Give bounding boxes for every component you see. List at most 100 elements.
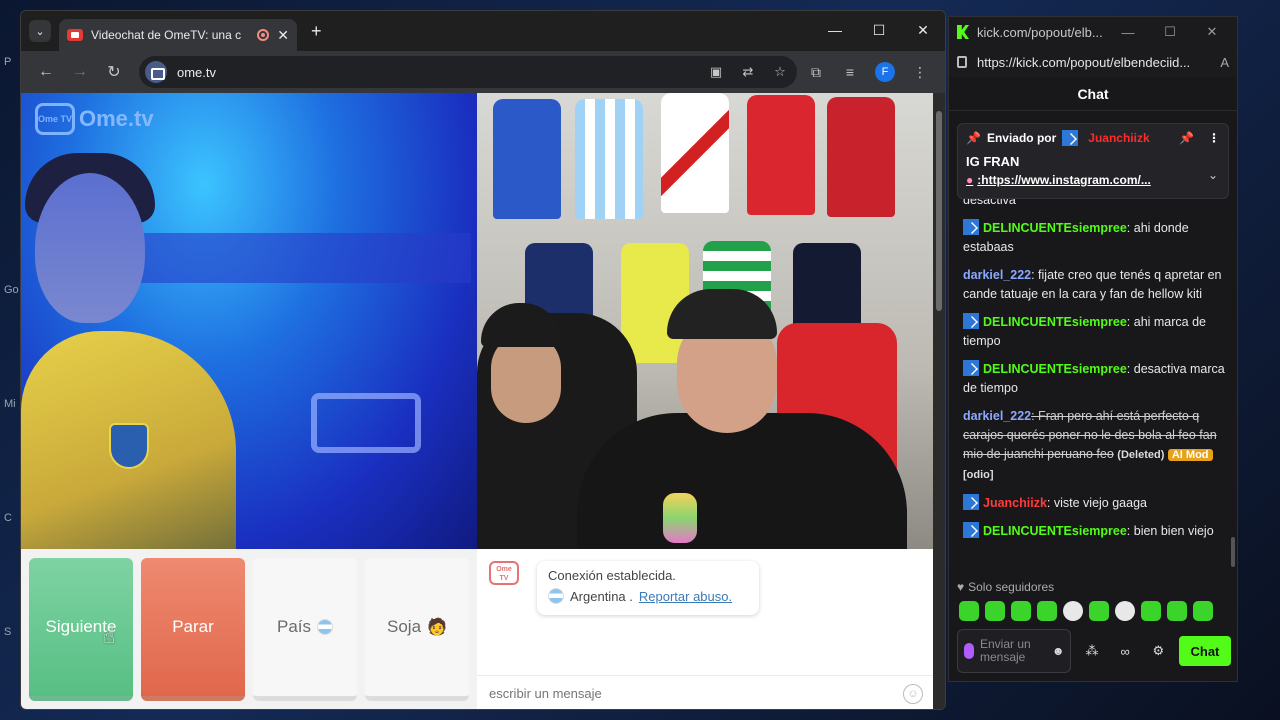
emote-icon[interactable] xyxy=(1115,601,1135,621)
jersey-on-wall xyxy=(827,97,895,217)
reload-button[interactable]: ↻ xyxy=(99,57,129,87)
extensions-icon[interactable]: ⧉ xyxy=(801,64,831,81)
profile-avatar[interactable]: F xyxy=(875,62,895,82)
kick-window-titlebar: kick.com/popout/elb... — ☐ ✕ xyxy=(949,17,1237,47)
partner-video xyxy=(477,93,935,549)
emote-icon[interactable] xyxy=(959,601,979,621)
desktop-text-fragment: Mi xyxy=(4,398,16,410)
user-badge-icon xyxy=(1062,130,1079,146)
emoji-picker-icon[interactable]: ☺ xyxy=(903,683,923,704)
kick-points-icon[interactable]: ⁂ xyxy=(1079,643,1104,659)
bookmark-star-icon[interactable]: ☆ xyxy=(769,64,791,80)
chat-input-placeholder: Enviar un mensaje xyxy=(980,637,1031,664)
chat-username[interactable]: DELINCUENTEsiempree xyxy=(983,221,1127,235)
background-bunk xyxy=(131,233,471,283)
tab-ometv[interactable]: Videochat de OmeTV: una c ✕ xyxy=(59,19,297,51)
chat-username[interactable]: Juanchiizk xyxy=(983,496,1047,510)
jersey-on-wall xyxy=(661,93,729,213)
argentina-flag-icon xyxy=(548,588,564,604)
pinned-title: IG FRAN xyxy=(966,154,1020,169)
forward-button[interactable]: → xyxy=(65,57,95,87)
chat-scrollbar[interactable] xyxy=(1231,537,1235,567)
chat-message: DELINCUENTEsiempree: ahi donde estabaas xyxy=(963,219,1225,257)
pinned-sender[interactable]: Juanchiizk xyxy=(1088,131,1149,145)
chat-username[interactable]: DELINCUENTEsiempree xyxy=(983,362,1127,376)
user-badge-icon xyxy=(963,494,979,510)
chat-input[interactable]: Enviar un mensaje ☻ xyxy=(957,629,1072,673)
emote-icon[interactable] xyxy=(1167,601,1187,621)
followers-only-notice: ♥ Solo seguidores xyxy=(957,580,1054,594)
minimize-button[interactable]: — xyxy=(813,11,857,49)
chat-username[interactable]: darkiel_222 xyxy=(963,409,1031,423)
settings-gear-icon[interactable]: ⚙ xyxy=(1146,643,1171,659)
maximize-button[interactable]: ☐ xyxy=(1153,24,1187,40)
emote-icon[interactable] xyxy=(1193,601,1213,621)
chat-username[interactable]: DELINCUENTEsiempree xyxy=(983,315,1127,329)
user-badge-icon xyxy=(963,360,979,376)
background-bed-rail xyxy=(311,393,421,453)
chat-controls: Siguiente ☝ Parar País Soja 🧑 xyxy=(29,558,469,701)
message-text: : viste viejo gaaga xyxy=(1046,496,1147,510)
pinned-sent-by-label: Enviado por xyxy=(986,131,1057,145)
media-control-icon[interactable]: ≡ xyxy=(835,64,865,80)
close-window-button[interactable]: ✕ xyxy=(901,11,945,49)
emote-icon[interactable] xyxy=(1063,601,1083,621)
minimize-button[interactable]: — xyxy=(1111,25,1145,40)
send-chat-button[interactable]: Chat xyxy=(1178,636,1232,666)
country-button[interactable]: País xyxy=(253,558,357,701)
scrollbar-thumb[interactable] xyxy=(936,111,942,311)
jersey-on-wall xyxy=(493,99,561,219)
emote-icon[interactable] xyxy=(985,601,1005,621)
chat-message: DELINCUENTEsiempree: ahi marca de tiempo xyxy=(963,313,1225,351)
heart-emote-icon: ● xyxy=(966,173,974,187)
chat-username[interactable]: darkiel_222 xyxy=(963,268,1031,282)
page-scrollbar[interactable] xyxy=(933,93,945,709)
kick-address-bar[interactable]: https://kick.com/popout/elbendeciid... A xyxy=(949,47,1237,77)
cast-icon[interactable]: ▣ xyxy=(705,64,727,80)
translate-icon[interactable]: ⇄ xyxy=(737,64,759,80)
pinned-menu-icon[interactable]: ⋮ xyxy=(1208,131,1220,145)
gender-button-label: Soja xyxy=(387,617,422,636)
emote-icon[interactable] xyxy=(1141,601,1161,621)
chat-input-row: Enviar un mensaje ☻ ⁂ ∞ ⚙ Chat xyxy=(957,629,1232,673)
maximize-button[interactable]: ☐ xyxy=(857,11,901,49)
kick-chat-window: kick.com/popout/elb... — ☐ ✕ https://kic… xyxy=(948,16,1238,682)
kick-logo-icon xyxy=(957,25,969,39)
close-window-button[interactable]: ✕ xyxy=(1195,24,1229,40)
emote-icon[interactable] xyxy=(1011,601,1031,621)
browser-window: ⌄ Videochat de OmeTV: una c ✕ + — ☐ ✕ ← … xyxy=(20,10,946,710)
chat-messages: desactiva DELINCUENTEsiempree: ahi donde… xyxy=(963,191,1225,550)
emote-icon[interactable] xyxy=(1089,601,1109,621)
message-input-bar: ☺ xyxy=(477,675,935,709)
chat-title: Chat xyxy=(949,77,1237,111)
report-abuse-link[interactable]: Reportar abuso. xyxy=(639,589,732,604)
new-tab-button[interactable]: + xyxy=(311,21,322,42)
ai-mod-badge: AI Mod xyxy=(1167,449,1213,461)
partner-person-right xyxy=(577,413,907,549)
unpin-icon[interactable]: 📌 xyxy=(1179,131,1194,145)
read-aloud-icon[interactable]: A xyxy=(1220,55,1229,70)
stop-button-label: Parar xyxy=(172,617,214,636)
chat-username[interactable]: DELINCUENTEsiempree xyxy=(983,524,1127,538)
url-text: ome.tv xyxy=(177,64,217,80)
country-button-label: País xyxy=(276,617,312,636)
gender-button[interactable]: Soja 🧑 xyxy=(365,558,469,701)
partner-country: Argentina . xyxy=(570,588,633,604)
back-button[interactable]: ← xyxy=(31,57,61,87)
stop-button[interactable]: Parar xyxy=(141,558,245,701)
next-button[interactable]: Siguiente ☝ xyxy=(29,558,133,701)
followers-only-text: Solo seguidores xyxy=(968,580,1055,594)
emoji-icon[interactable]: ☻ xyxy=(1052,644,1065,658)
address-bar[interactable]: ome.tv ▣ ⇄ ☆ xyxy=(139,56,797,88)
infinity-icon[interactable]: ∞ xyxy=(1113,644,1138,659)
tab-search-button[interactable]: ⌄ xyxy=(29,20,51,42)
message-input[interactable] xyxy=(489,686,903,701)
site-info-icon[interactable] xyxy=(145,61,167,83)
pinned-link[interactable]: :https://www.instagram.com/... xyxy=(977,173,1151,187)
chevron-down-icon[interactable]: ⌄ xyxy=(1208,168,1218,182)
tab-close-icon[interactable]: ✕ xyxy=(277,27,289,44)
microphone-icon[interactable] xyxy=(964,643,974,659)
menu-kebab-icon[interactable]: ⋮ xyxy=(905,64,935,81)
user-badge-icon xyxy=(963,313,979,329)
emote-icon[interactable] xyxy=(1037,601,1057,621)
